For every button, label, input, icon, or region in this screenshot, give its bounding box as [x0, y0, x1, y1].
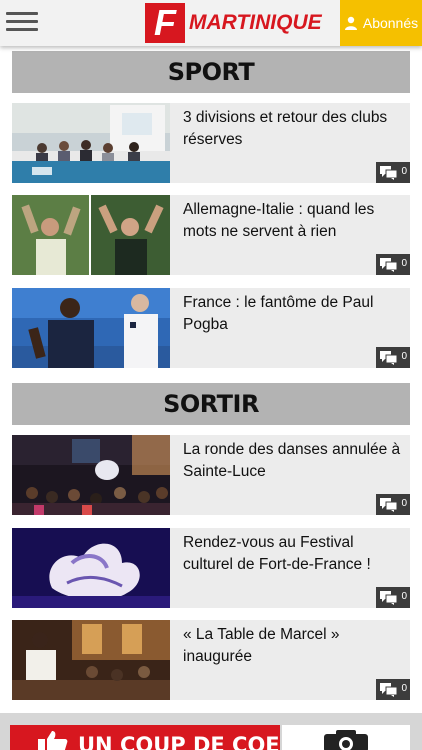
article-thumbnail — [12, 103, 170, 183]
coup-de-coeur-banner[interactable]: UN COUP DE COEUR ? — [10, 725, 280, 750]
top-bar: F Martinique Abonnés — [0, 0, 422, 46]
article-card[interactable]: Rendez-vous au Festival culturel de Fort… — [12, 528, 410, 608]
bottom-banner: UN COUP DE COEUR ? — [0, 713, 422, 750]
article-title[interactable]: Rendez-vous au Festival culturel de Fort… — [183, 532, 401, 576]
article-title[interactable]: France : le fantôme de Paul Pogba — [183, 292, 401, 336]
section-title-sport[interactable]: SPORT — [12, 51, 410, 93]
comments-button[interactable]: 0 — [376, 254, 410, 275]
photo-banner[interactable] — [282, 725, 410, 750]
comments-icon — [380, 350, 398, 365]
comment-count: 0 — [401, 591, 407, 602]
logo-letter: F — [145, 3, 185, 43]
comment-count: 0 — [401, 166, 407, 177]
article-title[interactable]: La ronde des danses annulée à Sainte-Luc… — [183, 439, 401, 483]
camera-icon — [324, 730, 368, 750]
logo-name: Martinique — [189, 11, 322, 34]
comments-button[interactable]: 0 — [376, 347, 410, 368]
article-card[interactable]: France : le fantôme de Paul Pogba 0 — [12, 288, 410, 368]
banner-text: UN COUP DE COEUR ? — [78, 733, 280, 750]
comment-count: 0 — [401, 498, 407, 509]
article-title[interactable]: 3 divisions et retour des clubs réserves — [183, 107, 401, 151]
article-card[interactable]: Allemagne-Italie : quand les mots ne ser… — [12, 195, 410, 275]
article-card[interactable]: 3 divisions et retour des clubs réserves… — [12, 103, 410, 183]
thumbs-up-icon — [38, 731, 68, 750]
article-thumbnail — [12, 195, 170, 275]
subscribers-button[interactable]: Abonnés — [340, 0, 422, 46]
comment-count: 0 — [401, 683, 407, 694]
comments-icon — [380, 257, 398, 272]
subscribers-label: Abonnés — [362, 15, 419, 31]
article-title[interactable]: « La Table de Marcel » inaugurée — [183, 624, 401, 668]
comments-icon — [380, 590, 398, 605]
comments-button[interactable]: 0 — [376, 679, 410, 700]
article-thumbnail — [12, 435, 170, 515]
hamburger-menu-icon[interactable] — [6, 10, 38, 34]
comments-button[interactable]: 0 — [376, 494, 410, 515]
comments-button[interactable]: 0 — [376, 587, 410, 608]
comments-icon — [380, 497, 398, 512]
article-thumbnail — [12, 528, 170, 608]
site-logo[interactable]: F Martinique — [145, 2, 322, 44]
comment-count: 0 — [401, 258, 407, 269]
section-title-sortir[interactable]: SORTIR — [12, 383, 410, 425]
comments-icon — [380, 682, 398, 697]
article-card[interactable]: La ronde des danses annulée à Sainte-Luc… — [12, 435, 410, 515]
comments-icon — [380, 165, 398, 180]
article-title[interactable]: Allemagne-Italie : quand les mots ne ser… — [183, 199, 401, 243]
comments-button[interactable]: 0 — [376, 162, 410, 183]
article-card[interactable]: « La Table de Marcel » inaugurée 0 — [12, 620, 410, 700]
comment-count: 0 — [401, 351, 407, 362]
article-thumbnail — [12, 288, 170, 368]
article-thumbnail — [12, 620, 170, 700]
user-icon — [344, 16, 357, 30]
